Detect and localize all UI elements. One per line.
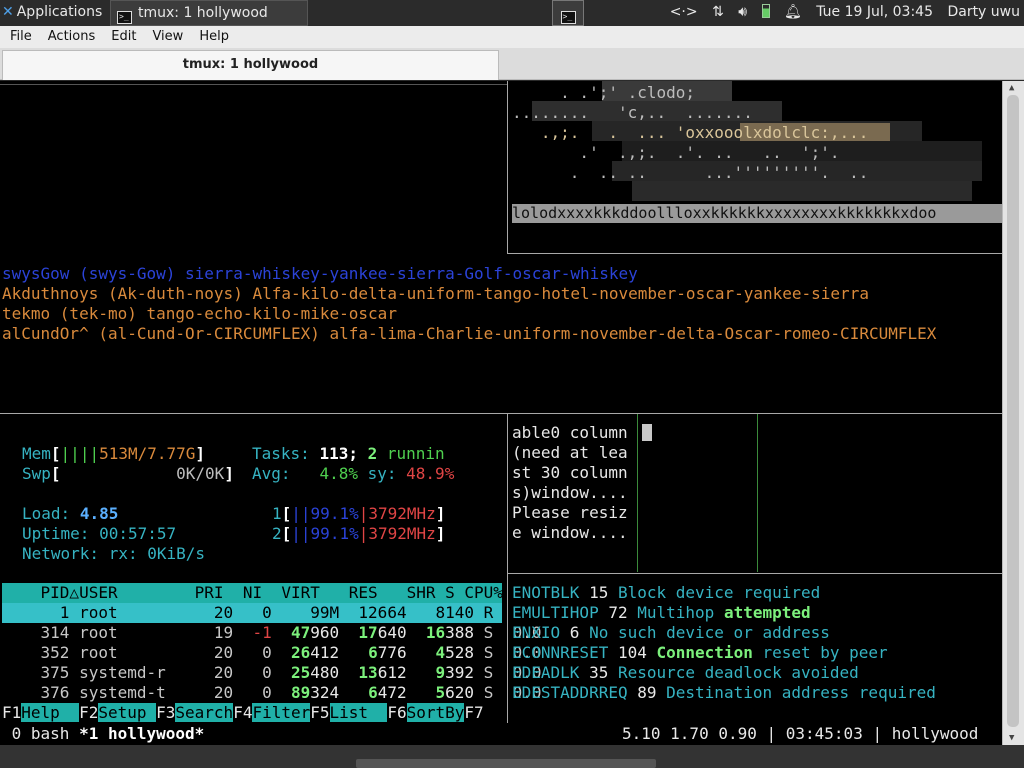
user-menu[interactable]: Darty uwu xyxy=(947,4,1020,20)
ascii-art-row: .,;. . ... 'oxxooolxdolclc:,... xyxy=(512,123,869,142)
fkey-label[interactable]: Setup xyxy=(98,703,157,722)
nato-line: tekmo (tek-mo) tango-echo-kilo-mike-osca… xyxy=(2,304,397,323)
ascii-art-row: . .';' .clodo; xyxy=(512,83,696,102)
terminal-icon: >_ xyxy=(560,11,576,24)
fkey-label[interactable]: Search xyxy=(175,703,234,722)
resize-message-line: (need at lea xyxy=(512,443,628,462)
network-meter: Network: rx: 0KiB/s xyxy=(22,544,206,563)
menubar: File Actions Edit View Help xyxy=(0,26,1024,48)
errno-line: ECONNRESET 104 Connection reset by peer xyxy=(512,643,888,662)
volume-icon[interactable]: 🔊︎ xyxy=(738,4,747,20)
fkey-f7[interactable]: F7 xyxy=(464,703,483,722)
taskbar-item-terminal[interactable]: >_ tmux: 1 hollywood xyxy=(110,0,308,26)
terminal-icon: >_ xyxy=(117,11,132,24)
resize-pane-box xyxy=(637,414,758,572)
errno-line: ENXIO 6 No such device or address xyxy=(512,623,830,642)
resize-message-line: able0 column xyxy=(512,423,628,442)
nato-line: Akduthnoys (Ak-duth-noys) Alfa-kilo-delt… xyxy=(2,284,869,303)
fkey-label[interactable]: List xyxy=(329,703,388,722)
tmux-status-bar: 0 bash *1 hollywood* 5.10 1.70 0.90 | 03… xyxy=(0,723,1002,745)
tab-tmux-hollywood[interactable]: tmux: 1 hollywood xyxy=(2,50,499,80)
ascii-art-row: .' .,;. .'. .. .. ';'. xyxy=(512,143,859,162)
tasks-meter: Tasks: 113; 2 runnin xyxy=(252,444,445,463)
bottom-panel xyxy=(0,745,1024,768)
resize-message-line: s)window.... xyxy=(512,483,628,502)
xfce-logo-icon: ✕ xyxy=(2,4,14,20)
process-row[interactable]: 352 root 20 0 26412 6776 4528 S 0.0 xyxy=(2,643,542,663)
fkey-label[interactable]: Filter xyxy=(252,703,311,722)
menu-view[interactable]: View xyxy=(142,26,189,48)
pane-border xyxy=(0,84,507,85)
uptime-meter: Uptime: 00:57:57 xyxy=(22,524,177,543)
fkey-label[interactable]: SortBy xyxy=(406,703,465,722)
menu-edit[interactable]: Edit xyxy=(101,26,142,48)
process-row[interactable]: 376 systemd-t 20 0 89324 6472 5620 S 0.0 xyxy=(2,683,542,703)
notification-bell-icon[interactable]: 🔔︎ xyxy=(784,4,802,20)
resize-message-line: Please resiz xyxy=(512,503,628,522)
scrollbar-thumb[interactable] xyxy=(1007,95,1019,727)
resize-message-line: e window.... xyxy=(512,523,628,542)
fkey-f6[interactable]: F6 xyxy=(387,703,406,722)
ascii-art-bar: lolodxxxxkkkddoollloxxkkkkkkxxxxxxxxkkkk… xyxy=(512,204,1002,223)
terminal-area[interactable]: . .';' .clodo; ........ 'c,.. ....... .,… xyxy=(0,81,1024,745)
process-table-header[interactable]: PID△USER PRI NI VIRT RES SHR S CPU% xyxy=(2,583,503,603)
fkey-f4[interactable]: F4 xyxy=(233,703,252,722)
errno-line: ENOTBLK 15 Block device required xyxy=(512,583,821,602)
applications-label: Applications xyxy=(16,4,103,20)
cpu2-meter: 2[||99.1%|3792MHz] xyxy=(272,524,446,543)
errno-line: EMULTIHOP 72 Multihop attempted xyxy=(512,603,811,622)
applications-menu[interactable]: ✕ Applications xyxy=(2,0,102,26)
htop-function-keys: F1Help F2Setup F3SearchF4FilterF5List F6… xyxy=(2,703,507,723)
mem-meter: Mem[||||513M/7.77G] xyxy=(22,444,206,463)
scroll-up-icon[interactable]: ▲ xyxy=(1009,83,1014,93)
ascii-art-row: . .. .. ...'''''''''. .. xyxy=(512,163,869,182)
taskbar-item-label: tmux: 1 hollywood xyxy=(138,5,268,21)
pane-divider xyxy=(507,253,1002,254)
cpu1-meter: 1[||99.1%|3792MHz] xyxy=(272,504,446,523)
fkey-f1[interactable]: F1 xyxy=(2,703,21,722)
load-meter: Load: 4.85 xyxy=(22,504,119,523)
process-row[interactable]: 1 root 20 0 99M 12664 8140 R 6.1 xyxy=(2,603,541,623)
scroll-down-icon[interactable]: ▼ xyxy=(1009,733,1014,743)
tmux-window-hollywood: *1 hollywood* xyxy=(79,724,205,743)
terminal-cursor xyxy=(642,424,652,441)
terminal-scrollbar[interactable]: ▲ ▼ xyxy=(1002,81,1024,745)
swap-meter: Swp[ 0K/0K] xyxy=(22,464,234,483)
tmux-status-right: 5.10 1.70 0.90 | 03:45:03 | hollywood xyxy=(622,724,979,743)
nato-line: swysGow (swys-Gow) sierra-whiskey-yankee… xyxy=(2,264,638,283)
ascii-art-row: ........ 'c,.. ....... xyxy=(512,103,753,122)
fkey-label[interactable]: Help xyxy=(21,703,80,722)
fkey-f2[interactable]: F2 xyxy=(79,703,98,722)
window-list-item[interactable] xyxy=(356,759,656,768)
errno-line: EDESTADDRREQ 89 Destination address requ… xyxy=(512,683,936,702)
fkey-f3[interactable]: F3 xyxy=(156,703,175,722)
pane-divider xyxy=(507,573,1002,574)
tmux-window-bash[interactable]: 0 bash *1 hollywood* xyxy=(2,724,205,744)
process-row[interactable]: 375 systemd-r 20 0 25480 13612 9392 S 0.… xyxy=(2,663,542,683)
top-panel: ✕ Applications >_ tmux: 1 hollywood >_ <·>… xyxy=(0,0,1024,26)
avg-meter: Avg: 4.8% sy: 48.9% xyxy=(252,464,455,483)
process-row[interactable]: 314 root 19 -1 47960 17640 16388 S 0.0 xyxy=(2,623,542,643)
menu-actions[interactable]: Actions xyxy=(38,26,102,48)
system-tray: <·> ⇅ 🔊︎ 🔔︎ Tue 19 Jul, 03:45 Darty uwu xyxy=(660,0,1024,26)
menu-file[interactable]: File xyxy=(0,26,38,48)
network-arrows-icon[interactable]: <·> xyxy=(670,4,698,20)
pane-divider xyxy=(0,413,1002,414)
tab-bar: tmux: 1 hollywood xyxy=(0,48,1024,80)
clock[interactable]: Tue 19 Jul, 03:45 xyxy=(816,4,933,20)
menu-help[interactable]: Help xyxy=(189,26,235,48)
workspace-switcher[interactable]: >_ xyxy=(552,0,584,26)
battery-icon[interactable] xyxy=(761,4,770,18)
transfer-icon[interactable]: ⇅ xyxy=(712,4,724,20)
resize-message-line: st 30 column xyxy=(512,463,628,482)
nato-line: alCundOr^ (al-Cund-Or-CIRCUMFLEX) alfa-l… xyxy=(2,324,937,343)
fkey-f5[interactable]: F5 xyxy=(310,703,329,722)
errno-line: EDEADLK 35 Resource deadlock avoided xyxy=(512,663,859,682)
pane-divider xyxy=(507,81,508,253)
ascii-art-pane: . .';' .clodo; ........ 'c,.. ....... .,… xyxy=(512,81,1002,223)
